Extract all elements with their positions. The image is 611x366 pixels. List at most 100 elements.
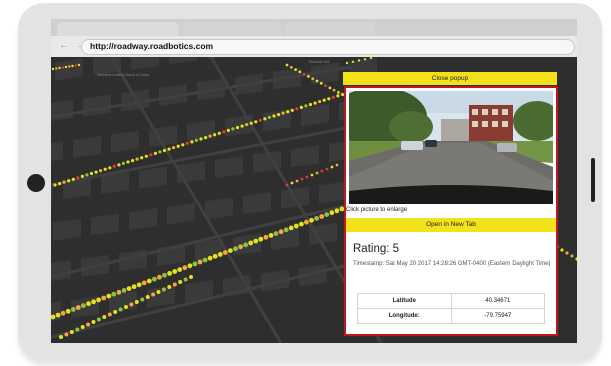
rating-dot [80, 325, 85, 329]
latitude-label: Latitude [357, 293, 452, 309]
rating-dot [334, 208, 340, 214]
map-block [291, 145, 319, 168]
map-block [215, 156, 243, 178]
rating-dot [329, 210, 335, 216]
rating-dot [51, 67, 55, 71]
rating-dot [304, 104, 308, 108]
rating-dot [99, 169, 103, 173]
rating-dot [299, 105, 303, 109]
url-field[interactable]: http://roadway.roadbotics.com [81, 39, 575, 55]
rating-dot [243, 242, 249, 248]
rating-dot [328, 86, 332, 90]
rating-dot [71, 64, 74, 68]
rating-dot [85, 173, 89, 177]
rating-dot [302, 72, 306, 76]
rating-dot [325, 167, 329, 171]
rating-dot [131, 159, 135, 163]
tablet-home-button[interactable] [27, 174, 45, 192]
browser-tab[interactable] [183, 22, 281, 36]
rating-dot [233, 246, 238, 252]
map-block [51, 99, 73, 122]
rating-dot [118, 307, 123, 312]
map-block [53, 218, 81, 241]
tablet-side-button[interactable] [591, 158, 595, 202]
map-block [51, 141, 63, 164]
rating-dot [61, 66, 64, 69]
browser-tab-active[interactable] [57, 22, 179, 36]
rating-dot [136, 282, 142, 288]
rating-dot [91, 299, 96, 305]
rating-dot [315, 79, 319, 83]
rating-dot [177, 267, 183, 272]
rating-dot [294, 68, 297, 71]
rating-dot [319, 214, 325, 219]
rating-dot [55, 67, 58, 70]
rating-dot [258, 118, 262, 122]
map-block [243, 192, 271, 215]
rating-dot [94, 170, 98, 174]
rating-dot [107, 312, 112, 317]
rating-dot [161, 287, 166, 292]
rating-dot [68, 65, 71, 68]
tablet-device: ← → http://roadway.roadbotics.com Bellef… [0, 0, 611, 366]
map-block [91, 213, 119, 236]
rating-dot [197, 259, 203, 265]
rating-dot [305, 175, 309, 179]
rating-dot [318, 100, 322, 104]
rating-dot [53, 183, 57, 187]
rating-dot [81, 303, 86, 308]
tablet-screen: ← → http://roadway.roadbotics.com Bellef… [51, 19, 577, 343]
rating-dot [89, 171, 94, 176]
rating-dot [351, 60, 355, 63]
rating-dot [151, 292, 156, 297]
rating-dot [140, 297, 145, 302]
rating-dot [248, 240, 254, 246]
browser-tab[interactable] [285, 22, 375, 36]
rating-dot [335, 163, 339, 167]
open-in-new-tab-button[interactable]: Open in New Tab [346, 218, 556, 232]
rating-dot [64, 65, 68, 69]
rating-dot [560, 248, 564, 252]
rating-dot [67, 179, 71, 183]
rating-dot [183, 277, 188, 282]
rating-dot [60, 310, 66, 316]
rating-dot [222, 250, 228, 255]
browser-chrome: ← → http://roadway.roadbotics.com [51, 19, 577, 57]
rating-dot [202, 257, 208, 263]
rating-dot [134, 300, 139, 304]
rating-dot [295, 179, 299, 183]
rating-dot [332, 88, 336, 92]
rating-dot [102, 315, 107, 319]
rating-dot [167, 285, 172, 289]
rating-dot [345, 61, 349, 65]
latitude-value: 40.34671 [450, 293, 545, 309]
rating-dot [167, 271, 172, 276]
url-text: http://roadway.roadbotics.com [90, 41, 214, 51]
rating-dot [131, 284, 137, 290]
longitude-label: Longitude: [357, 308, 452, 324]
rating-dot [308, 102, 313, 107]
rating-dot [300, 177, 304, 181]
rating-dot [162, 272, 167, 278]
rating-dot [172, 269, 178, 274]
map-block [129, 208, 157, 231]
map-block [131, 57, 159, 70]
street-photo[interactable] [349, 91, 553, 204]
map-block [167, 202, 195, 225]
rating-dot [207, 255, 213, 261]
map-block [83, 94, 111, 117]
rating-value: Rating: 5 [353, 243, 400, 255]
rating-dot [575, 257, 577, 261]
rating-dot [149, 153, 153, 157]
close-popup-button[interactable]: Close popup [343, 72, 557, 85]
rating-dot [217, 131, 221, 135]
rating-dot [106, 293, 112, 299]
rating-dot [69, 330, 74, 334]
rating-dot [64, 332, 69, 337]
rating-dot [70, 307, 76, 312]
rating-dot [226, 128, 230, 132]
rating-dot [235, 125, 240, 130]
rating-dot [289, 65, 293, 69]
rating-dot [331, 95, 335, 99]
rating-dot [108, 166, 112, 170]
